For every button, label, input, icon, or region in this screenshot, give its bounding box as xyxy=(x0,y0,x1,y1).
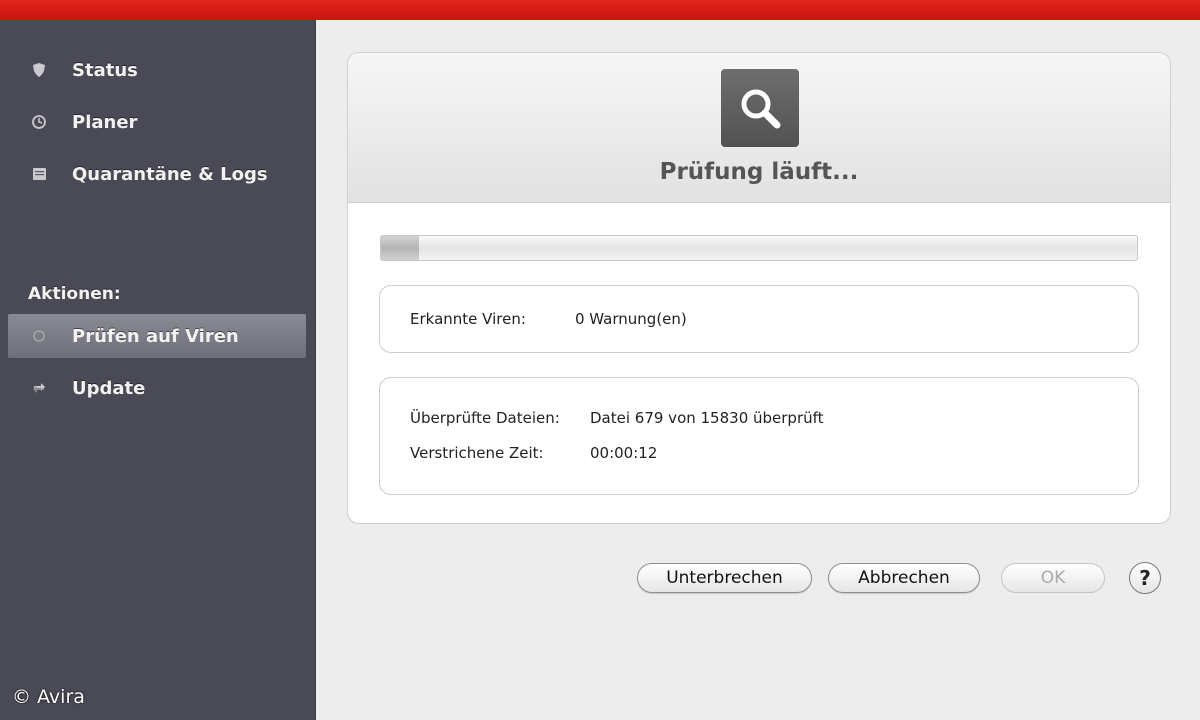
sidebar-item-label: Planer xyxy=(72,111,138,133)
sidebar: Status Planer Quarantäne & Logs Aktionen… xyxy=(0,20,316,720)
sidebar-item-planer[interactable]: Planer xyxy=(8,100,306,144)
section-label-actions: Aktionen: xyxy=(28,284,121,304)
detected-label: Erkannte Viren: xyxy=(410,310,526,328)
scan-progress-bar xyxy=(380,235,1138,261)
scan-header: Prüfung läuft... xyxy=(348,53,1170,203)
pause-button[interactable]: Unterbrechen xyxy=(637,563,812,593)
scan-title: Prüfung läuft... xyxy=(659,159,859,185)
sidebar-item-update[interactable]: Update xyxy=(8,366,306,410)
detected-viruses-box: Erkannte Viren: 0 Warnung(en) xyxy=(379,285,1139,353)
scan-progress-fill xyxy=(381,236,419,260)
scan-card: Prüfung läuft... Erkannte Viren: 0 Warnu… xyxy=(347,52,1171,524)
scan-details-box: Überprüfte Dateien: Datei 679 von 15830 … xyxy=(379,377,1139,495)
sidebar-item-status[interactable]: Status xyxy=(8,48,306,92)
help-button[interactable]: ? xyxy=(1129,562,1161,594)
update-icon xyxy=(28,381,50,395)
sidebar-item-label: Update xyxy=(72,377,146,399)
title-bar xyxy=(0,0,1200,20)
clock-icon xyxy=(28,115,50,129)
ok-button[interactable]: OK xyxy=(1001,563,1105,593)
cancel-button[interactable]: Abbrechen xyxy=(828,563,980,593)
copyright-text: © Avira xyxy=(12,686,85,708)
files-value: Datei 679 von 15830 überprüft xyxy=(590,409,824,427)
files-label: Überprüfte Dateien: xyxy=(410,409,560,427)
sidebar-item-scan[interactable]: Prüfen auf Viren xyxy=(8,314,306,358)
time-label: Verstrichene Zeit: xyxy=(410,444,544,462)
sidebar-item-label: Quarantäne & Logs xyxy=(72,163,268,185)
sidebar-item-label: Status xyxy=(72,59,138,81)
sidebar-item-quarantine[interactable]: Quarantäne & Logs xyxy=(8,152,306,196)
magnifier-icon xyxy=(721,69,799,147)
detected-value: 0 Warnung(en) xyxy=(575,310,687,328)
shield-icon xyxy=(28,63,50,77)
sidebar-item-label: Prüfen auf Viren xyxy=(72,325,239,347)
time-value: 00:00:12 xyxy=(590,444,658,462)
scan-icon xyxy=(28,329,50,343)
main-panel: Prüfung läuft... Erkannte Viren: 0 Warnu… xyxy=(316,20,1200,720)
log-icon xyxy=(28,168,50,180)
